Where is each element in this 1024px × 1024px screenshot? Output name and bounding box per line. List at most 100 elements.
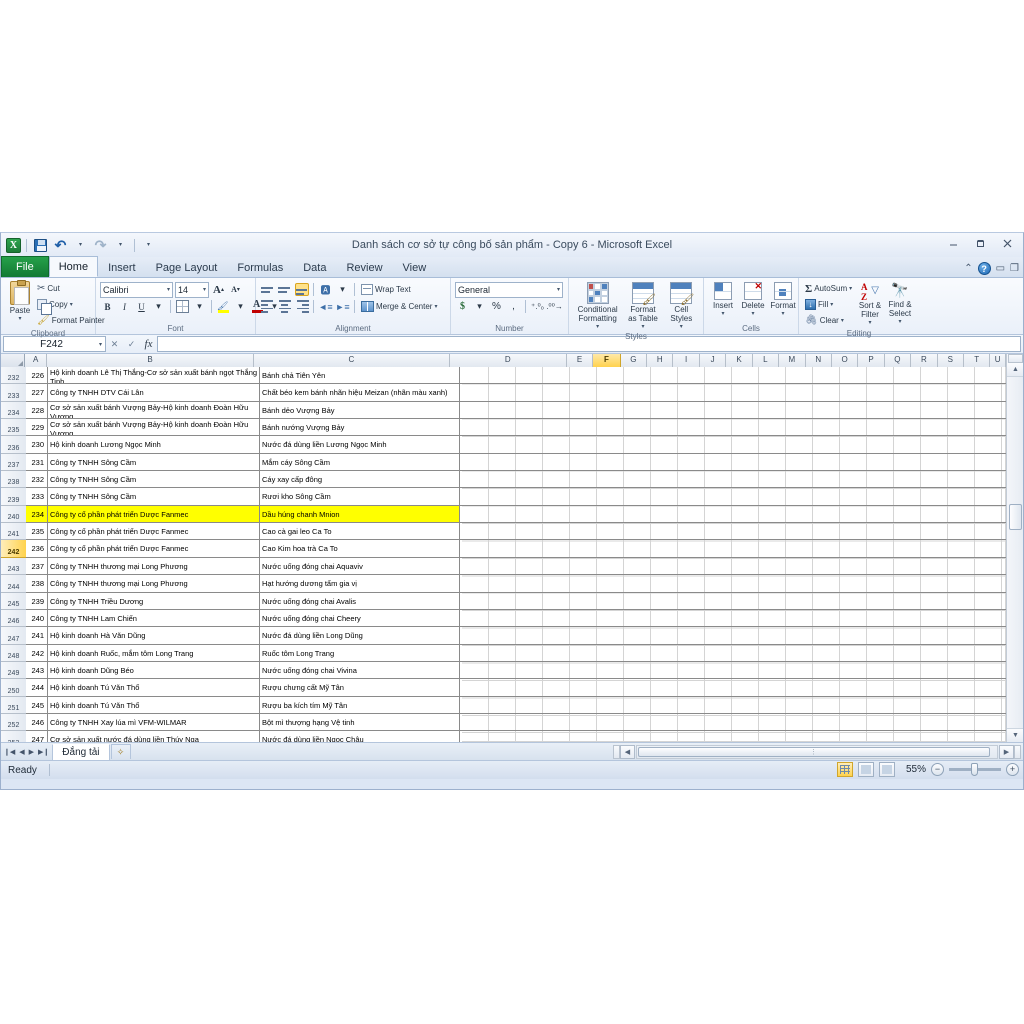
shrink-font-button[interactable]: A▾ <box>228 282 243 297</box>
cell-styles-button[interactable]: 🖌 Cell Styles ▾ <box>664 281 698 331</box>
cell-b[interactable]: Công ty TNHH Lam Chiến <box>48 610 260 626</box>
horizontal-scroll-thumb[interactable] <box>638 747 990 757</box>
column-header-i[interactable]: I <box>673 354 699 367</box>
column-header-b[interactable]: B <box>47 354 254 367</box>
tab-view[interactable]: View <box>393 257 437 277</box>
cell-a[interactable]: 234 <box>26 506 48 522</box>
minimize-button[interactable] <box>940 234 967 253</box>
tab-data[interactable]: Data <box>293 257 336 277</box>
number-format-chevron-icon[interactable]: ▾ <box>555 286 560 293</box>
cell-c[interactable]: Nước đá dùng liền Long Dũng <box>260 627 460 644</box>
cell-b[interactable]: Hộ kinh doanh Ruốc, mắm tôm Long Trang <box>48 645 260 661</box>
conditional-formatting-button[interactable]: Conditional Formatting ▾ <box>574 281 622 331</box>
cell-a[interactable]: 235 <box>26 523 48 539</box>
cell-a[interactable]: 243 <box>26 662 48 678</box>
row-header[interactable]: 249 <box>1 662 26 679</box>
merge-dropdown-icon[interactable]: ▾ <box>434 303 437 310</box>
autosum-dropdown-icon[interactable]: ▾ <box>849 285 852 292</box>
row-header[interactable]: 237 <box>1 454 26 471</box>
column-header-g[interactable]: G <box>621 354 647 367</box>
underline-dropdown-icon[interactable]: ▾ <box>151 299 166 314</box>
percent-style-button[interactable]: % <box>489 299 504 314</box>
align-middle-button[interactable] <box>277 282 292 297</box>
table-row[interactable]: 242Hộ kinh doanh Ruốc, mắm tôm Long Tran… <box>26 645 1006 662</box>
excel-logo-icon[interactable]: X <box>6 238 21 253</box>
wrap-text-button[interactable]: Wrap Text <box>359 282 413 297</box>
decrease-decimal-button[interactable]: .⁰⁰→ <box>547 299 562 314</box>
increase-decimal-button[interactable]: ⁺.⁰₀ <box>530 299 545 314</box>
cell-a[interactable]: 233 <box>26 488 48 505</box>
cell-c[interactable]: Chất béo kem bánh nhãn hiệu Meizan (nhãn… <box>260 384 460 401</box>
table-row[interactable]: 238Công ty TNHH thương mại Long PhươngHạ… <box>26 575 1006 593</box>
vertical-scroll-thumb[interactable] <box>1009 504 1022 530</box>
column-header-o[interactable]: O <box>832 354 858 367</box>
cell-b[interactable]: Công ty TNHH Sông Cầm <box>48 454 260 470</box>
format-cells-dropdown-icon[interactable]: ▾ <box>781 310 784 317</box>
cell-c[interactable]: Nước uống đóng chai Aquaviv <box>260 558 460 574</box>
cell-c[interactable]: Nước đá dùng liền Lương Ngọc Minh <box>260 436 460 453</box>
cell-a[interactable]: 227 <box>26 384 48 401</box>
fill-color-button[interactable]: 🖌 <box>216 299 231 314</box>
vertical-scrollbar[interactable]: ▲ ▼ <box>1006 354 1023 742</box>
row-header[interactable]: 248 <box>1 645 26 662</box>
align-bottom-button[interactable] <box>294 282 309 297</box>
cell-c[interactable]: Nước uống đóng chai Avalis <box>260 593 460 609</box>
table-row[interactable]: 246Công ty TNHH Xay lúa mì VFM-WILMARBột… <box>26 714 1006 731</box>
tab-insert[interactable]: Insert <box>98 257 146 277</box>
cell-c[interactable]: Mắm cáy Sông Cầm <box>260 454 460 470</box>
insert-cells-button[interactable]: Insert ▾ <box>708 281 738 318</box>
table-row[interactable]: 231Công ty TNHH Sông CầmMắm cáy Sông Cầm <box>26 454 1006 471</box>
tab-formulas[interactable]: Formulas <box>227 257 293 277</box>
select-all-corner[interactable] <box>1 354 25 367</box>
cell-b[interactable]: Cơ sở sản xuất nước đá dùng liền Thúy Ng… <box>48 731 260 742</box>
cell-c[interactable]: Bánh dẻo Vượng Bảy <box>260 402 460 418</box>
cell-b[interactable]: Công ty TNHH Xay lúa mì VFM-WILMAR <box>48 714 260 730</box>
cell-a[interactable]: 226 <box>26 367 48 383</box>
row-header[interactable]: 243 <box>1 558 26 575</box>
row-header[interactable]: 244 <box>1 575 26 593</box>
scroll-right-icon[interactable]: ▶ <box>999 745 1014 759</box>
row-header[interactable]: 233 <box>1 384 26 402</box>
cell-a[interactable]: 230 <box>26 436 48 453</box>
nav-prev-sheet-icon[interactable]: ◀ <box>19 748 24 756</box>
fill-button[interactable]: ↓ Fill ▾ <box>803 297 855 312</box>
table-row[interactable]: 243Hộ kinh doanh Dũng BéoNước uống đóng … <box>26 662 1006 679</box>
delete-cells-dropdown-icon[interactable]: ▾ <box>751 310 754 317</box>
column-header-r[interactable]: R <box>911 354 937 367</box>
format-cells-button[interactable]: Format ▾ <box>768 281 798 318</box>
table-row[interactable]: 240Công ty TNHH Lam ChiếnNước uống đóng … <box>26 610 1006 627</box>
cell-c[interactable]: Dầu húng chanh Mnion <box>260 506 460 522</box>
table-row[interactable]: 226Hộ kinh doanh Lê Thị Thắng-Cơ sở sản … <box>26 367 1006 384</box>
row-header[interactable]: 236 <box>1 436 26 454</box>
sort-filter-button[interactable]: AZ▽ Sort & Filter ▾ <box>855 281 885 327</box>
align-top-button[interactable] <box>260 282 275 297</box>
cell-c[interactable]: Nước uống đóng chai Vivina <box>260 662 460 678</box>
cell-c[interactable]: Cao Kim hoa trà Ca To <box>260 540 460 557</box>
redo-dropdown-icon[interactable]: ▾ <box>112 237 129 254</box>
cancel-formula-icon[interactable]: ✕ <box>106 336 123 353</box>
cell-a[interactable]: 244 <box>26 679 48 696</box>
nav-next-sheet-icon[interactable]: ▶ <box>29 748 34 756</box>
cell-a[interactable]: 236 <box>26 540 48 557</box>
cell-b[interactable]: Công ty TNHH thương mại Long Phương <box>48 558 260 574</box>
cell-b[interactable]: Công ty cổ phần phát triển Dược Fanmec <box>48 506 260 522</box>
cell-b[interactable]: Công ty TNHH Sông Cầm <box>48 471 260 487</box>
cell-c[interactable]: Bánh nướng Vượng Bảy <box>260 419 460 435</box>
sort-filter-dropdown-icon[interactable]: ▾ <box>868 319 871 326</box>
cell-c[interactable]: Bánh chả Tiên Yên <box>260 367 460 383</box>
zoom-slider-track[interactable] <box>949 768 1001 771</box>
horizontal-split-handle[interactable] <box>613 745 620 759</box>
borders-button[interactable] <box>175 299 190 314</box>
row-header[interactable]: 242 <box>1 540 26 558</box>
undo-dropdown-icon[interactable]: ▾ <box>72 237 89 254</box>
cell-c[interactable]: Rượu chưng cất Mỹ Tân <box>260 679 460 696</box>
conditional-formatting-dropdown-icon[interactable]: ▾ <box>596 323 599 330</box>
cell-a[interactable]: 228 <box>26 402 48 418</box>
row-header[interactable]: 235 <box>1 419 26 436</box>
cell-b[interactable]: Cơ sở sản xuất bánh Vượng Bảy-Hộ kinh do… <box>48 402 260 418</box>
find-select-dropdown-icon[interactable]: ▾ <box>898 318 901 325</box>
column-header-t[interactable]: T <box>964 354 990 367</box>
paste-button[interactable]: Paste ▾ <box>5 280 35 323</box>
sheet-tab-dang-tai[interactable]: Đắng tải <box>52 744 109 760</box>
row-header[interactable]: 239 <box>1 488 26 506</box>
